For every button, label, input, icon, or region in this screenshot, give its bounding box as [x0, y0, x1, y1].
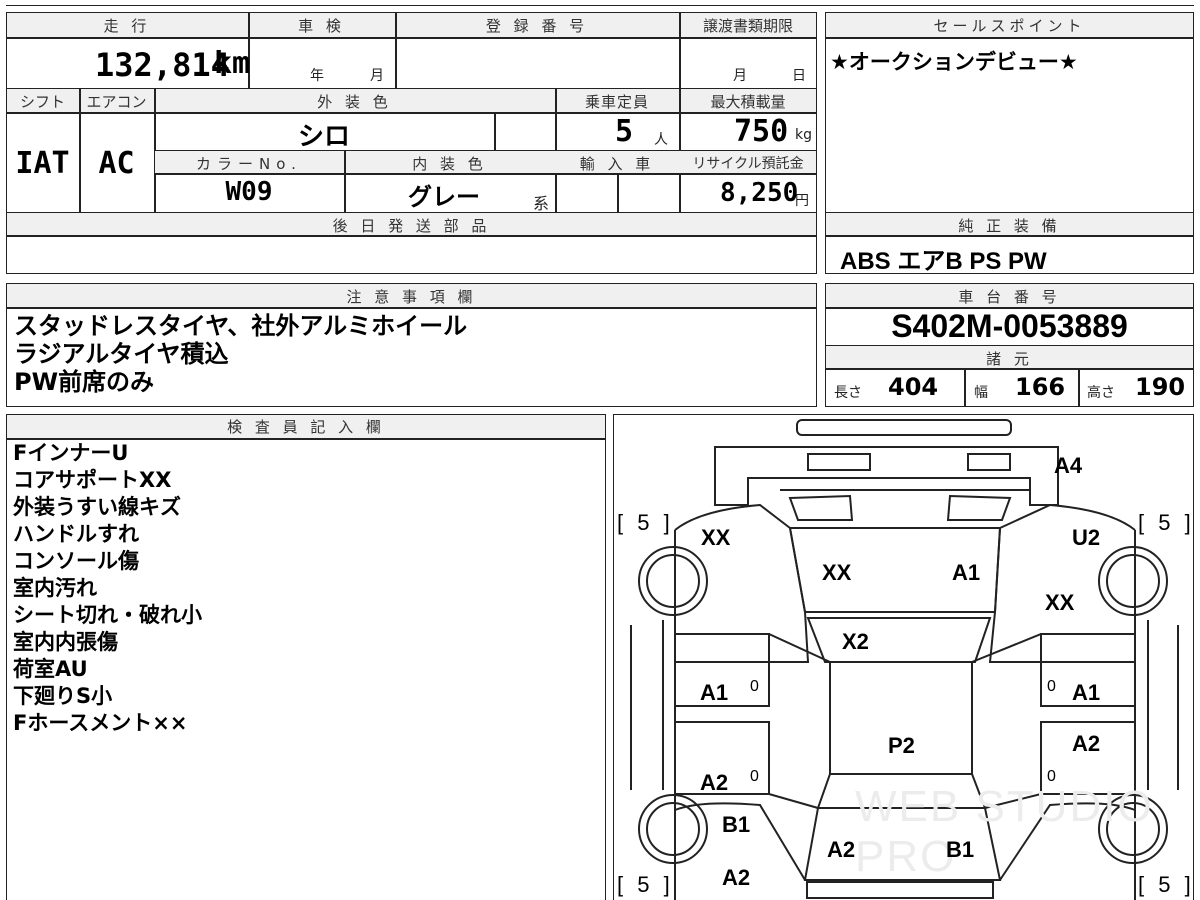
zero-left-rear: 0: [750, 768, 759, 785]
aircon-header: エアコン: [86, 93, 147, 111]
notes-line-1: スタッドレスタイヤ、社外アルミホイール: [14, 312, 468, 340]
interior-color-suffix: 系: [533, 194, 550, 213]
later-parts-header: 後 日 発 送 部 品: [332, 217, 491, 235]
spec-width-label: 幅: [974, 385, 988, 401]
inspector-note-item: コンソール傷: [13, 549, 139, 573]
interior-color-value: グレー: [408, 183, 480, 211]
inspection-month-unit: 月: [370, 68, 384, 84]
inspector-note-item: Fホースメント××: [13, 711, 188, 735]
spec-length-value: 404: [888, 373, 939, 401]
inspection-header: 車 検: [298, 17, 345, 35]
mark-a1-hood: A1: [952, 560, 981, 585]
mark-x2: X2: [842, 629, 869, 654]
zero-left-front: 0: [750, 678, 759, 695]
max-load-value: 750: [734, 114, 789, 149]
shift-value: IAT: [15, 146, 70, 181]
shift-header: シフト: [19, 93, 65, 111]
mark-u2: U2: [1072, 525, 1101, 550]
mark-a4: A4: [1054, 453, 1083, 478]
sales-point-text: ★オークションデビュー★: [830, 50, 1078, 74]
mark-xx-right: XX: [1045, 590, 1075, 615]
exterior-color-value: シロ: [297, 122, 350, 152]
spec-height-label: 高さ: [1087, 385, 1115, 401]
registration-header: 登 録 番 号: [485, 17, 589, 35]
tire-bracket-rear-left: [ 5 ]: [617, 872, 674, 897]
recycle-value: 8,250: [720, 178, 799, 208]
color-no-value: W09: [225, 177, 273, 207]
recycle-header: リサイクル預託金: [692, 156, 804, 172]
inspector-header: 検 査 員 記 入 欄: [227, 418, 385, 436]
tire-bracket-rear-right: [ 5 ]: [1138, 872, 1195, 897]
watermark: WEB STUDIO PRO: [855, 782, 1154, 881]
transfer-day-unit: 日: [792, 68, 806, 84]
spec-length-label: 長さ: [834, 385, 862, 401]
inspector-note-item: 室内内張傷: [13, 630, 118, 654]
mark-a2-rear: A2: [827, 837, 856, 862]
mark-b1-left: B1: [722, 812, 751, 837]
inspection-year-unit: 年: [310, 68, 324, 84]
transfer-month-unit: 月: [733, 68, 747, 84]
mark-p2: P2: [888, 733, 915, 758]
mileage-unit: km: [214, 46, 251, 81]
mileage-header: 走 行: [103, 17, 151, 35]
mileage-value: 132,814: [95, 46, 230, 84]
color-no-header: カラーNo.: [196, 155, 302, 173]
tire-bracket-front-right: [ 5 ]: [1138, 510, 1195, 535]
notes-line-3: PW前席のみ: [14, 368, 155, 396]
inspector-note-item: 外装うすい線キズ: [13, 495, 181, 519]
interior-color-header: 内 装 色: [412, 155, 487, 173]
chassis-value: S402M-0053889: [891, 308, 1128, 344]
mark-a2-bottom-left: A2: [722, 865, 751, 890]
mark-a1-left: A1: [700, 680, 729, 705]
max-load-unit: kg: [795, 127, 812, 143]
inspector-note-item: コアサポートXX: [13, 468, 172, 492]
inspector-note-item: 下廻りS小: [13, 684, 113, 708]
inspector-note-item: 荷室AU: [13, 657, 88, 681]
mark-a2-left: A2: [700, 770, 729, 795]
specs-header: 諸 元: [986, 350, 1033, 368]
spec-width-value: 166: [1015, 373, 1066, 401]
aircon-value: AC: [98, 146, 135, 181]
recycle-unit: 円: [795, 193, 809, 209]
inspector-note-item: 室内汚れ: [13, 576, 97, 600]
genuine-equipment-text: ABS エアB PS PW: [840, 248, 1047, 275]
exterior-color-header: 外 装 色: [317, 93, 392, 111]
genuine-equipment-header: 純 正 装 備: [958, 217, 1061, 235]
capacity-header: 乗車定員: [584, 93, 649, 111]
zero-right-rear: 0: [1047, 768, 1056, 785]
tire-bracket-front-left: [ 5 ]: [617, 510, 674, 535]
import-header: 輸 入 車: [579, 155, 655, 173]
capacity-unit: 人: [654, 132, 668, 148]
top-strip: [6, 0, 1194, 6]
mark-xx-hood: XX: [822, 560, 852, 585]
max-load-header: 最大積載量: [710, 93, 786, 111]
inspector-note-item: ハンドルすれ: [13, 522, 139, 546]
inspector-note-item: FインナーU: [13, 441, 129, 465]
capacity-value: 5: [615, 114, 634, 149]
notes-header: 注 意 事 項 欄: [346, 288, 477, 306]
mark-a2-right: A2: [1072, 731, 1101, 756]
zero-right-front: 0: [1047, 678, 1056, 695]
inspector-note-item: シート切れ・破れ小: [13, 603, 202, 627]
notes-line-2: ラジアルタイヤ積込: [14, 340, 229, 368]
mark-b1-rear: B1: [946, 837, 975, 862]
spec-height-value: 190: [1135, 373, 1186, 401]
chassis-header: 車 台 番 号: [958, 288, 1061, 306]
transfer-deadline-header: 譲渡書類期限: [702, 17, 793, 35]
mark-xx-left: XX: [701, 525, 731, 550]
sales-point-header: セールスポイント: [933, 17, 1086, 35]
mark-a1-right: A1: [1072, 680, 1101, 705]
